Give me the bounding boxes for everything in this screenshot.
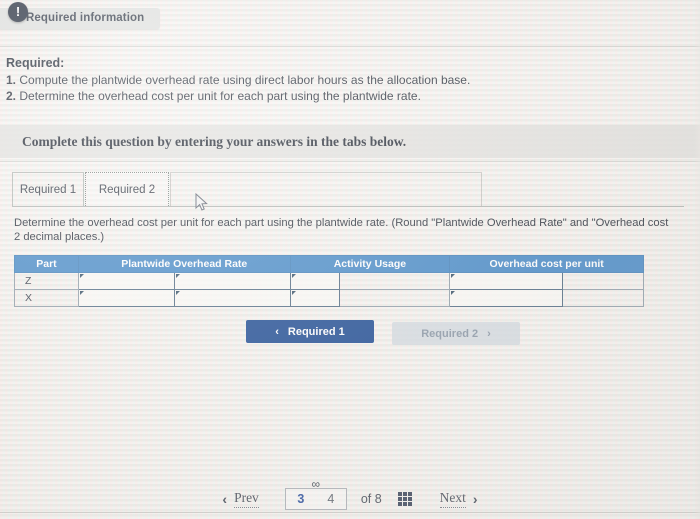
- chevron-left-icon: ‹: [222, 491, 228, 507]
- cell-part-z: Z: [14, 272, 79, 290]
- page-number-box[interactable]: ∞ 3 4: [284, 478, 347, 510]
- complete-question-text: Complete this question by entering your …: [22, 133, 407, 149]
- requirement-item-1: 1. Compute the plantwide overhead rate u…: [6, 72, 692, 88]
- requirement-1-number: 1.: [6, 73, 17, 87]
- question-page: ! Required information Required: 1. Comp…: [0, 0, 700, 519]
- nav-button-required-2-label: Required 2: [421, 327, 479, 340]
- table-row: Z: [14, 272, 644, 290]
- pager: ‹ Prev ∞ 3 4 of 8 Next ›: [0, 478, 700, 515]
- tab-bar: Required 1 Required 2: [12, 172, 684, 206]
- question-prompt-line-1: Determine the overhead cost per unit for…: [14, 217, 669, 229]
- requirement-2-number: 2.: [6, 89, 17, 103]
- table-row: X: [14, 289, 644, 307]
- requirement-nav: ‹ Required 1 Required 2 ›: [0, 320, 700, 345]
- header-divider: [0, 46, 700, 47]
- input-activity-a-z[interactable]: [289, 272, 341, 290]
- cell-part-x: X: [14, 289, 79, 307]
- banner-divider: [0, 161, 700, 162]
- input-rate-a-x[interactable]: [77, 289, 175, 307]
- column-header-overhead-cost-per-unit: Overhead cost per unit: [449, 255, 644, 273]
- cell-activity-b-x: [339, 289, 451, 307]
- requirement-2-text: Determine the overhead cost per unit for…: [19, 89, 421, 103]
- input-cost-a-x[interactable]: [449, 289, 564, 307]
- pager-linked-page[interactable]: 4: [327, 492, 334, 506]
- pager-prev-button[interactable]: ‹ Prev: [222, 490, 259, 508]
- cell-activity-b-z: [339, 272, 451, 290]
- input-rate-b-x[interactable]: [173, 289, 291, 307]
- tab-required-2-label: Required 2: [98, 183, 156, 196]
- input-rate-b-z[interactable]: [173, 272, 291, 290]
- mouse-cursor: [195, 193, 208, 211]
- column-header-part: Part: [14, 255, 79, 273]
- requirement-1-text: Compute the plantwide overhead rate usin…: [19, 73, 471, 87]
- pager-total-pages: of 8: [360, 492, 382, 506]
- tab-filler: [170, 172, 482, 206]
- input-activity-a-x[interactable]: [289, 289, 341, 307]
- pager-current-page: 3: [297, 492, 305, 506]
- answer-table: Part Plantwide Overhead Rate Activity Us…: [14, 255, 644, 307]
- cell-cost-b-z: [562, 272, 644, 290]
- question-prompt-line-2: 2 decimal places.): [14, 231, 105, 243]
- required-information-label: Required information: [26, 12, 145, 24]
- tab-required-2[interactable]: Required 2: [85, 172, 169, 206]
- answer-table-header-row: Part Plantwide Overhead Rate Activity Us…: [14, 255, 644, 273]
- requirements-title: Required:: [6, 56, 65, 70]
- tab-required-1-label: Required 1: [19, 183, 77, 196]
- grid-icon[interactable]: [398, 491, 414, 507]
- tab-baseline: [12, 206, 684, 207]
- chevron-right-icon: ›: [487, 327, 491, 340]
- nav-button-required-2[interactable]: Required 2 ›: [392, 322, 520, 345]
- chevron-right-icon: ›: [472, 491, 478, 507]
- pager-next-button[interactable]: Next ›: [439, 490, 478, 508]
- input-rate-a-z[interactable]: [77, 272, 175, 290]
- exclamation-icon: !: [8, 2, 28, 22]
- requirements-block: Required: 1. Compute the plantwide overh…: [6, 56, 692, 104]
- link-icon: ∞: [311, 477, 321, 491]
- nav-button-required-1-label: Required 1: [287, 325, 345, 338]
- nav-button-required-1[interactable]: ‹ Required 1: [246, 320, 374, 343]
- cell-cost-b-x: [562, 289, 644, 307]
- complete-question-banner: Complete this question by entering your …: [0, 125, 700, 158]
- requirement-item-2: 2. Determine the overhead cost per unit …: [6, 88, 692, 104]
- question-prompt: Determine the overhead cost per unit for…: [14, 216, 700, 244]
- page-edge-shadow: [694, 0, 700, 519]
- pager-next-label: Next: [439, 490, 466, 508]
- column-header-activity-usage: Activity Usage: [289, 255, 451, 273]
- required-information-header: ! Required information: [0, 2, 161, 29]
- tab-required-1[interactable]: Required 1: [12, 172, 84, 206]
- column-header-plantwide-overhead-rate: Plantwide Overhead Rate: [77, 255, 291, 273]
- chevron-left-icon: ‹: [275, 325, 279, 338]
- pager-prev-label: Prev: [234, 490, 259, 508]
- input-cost-a-z[interactable]: [449, 272, 564, 290]
